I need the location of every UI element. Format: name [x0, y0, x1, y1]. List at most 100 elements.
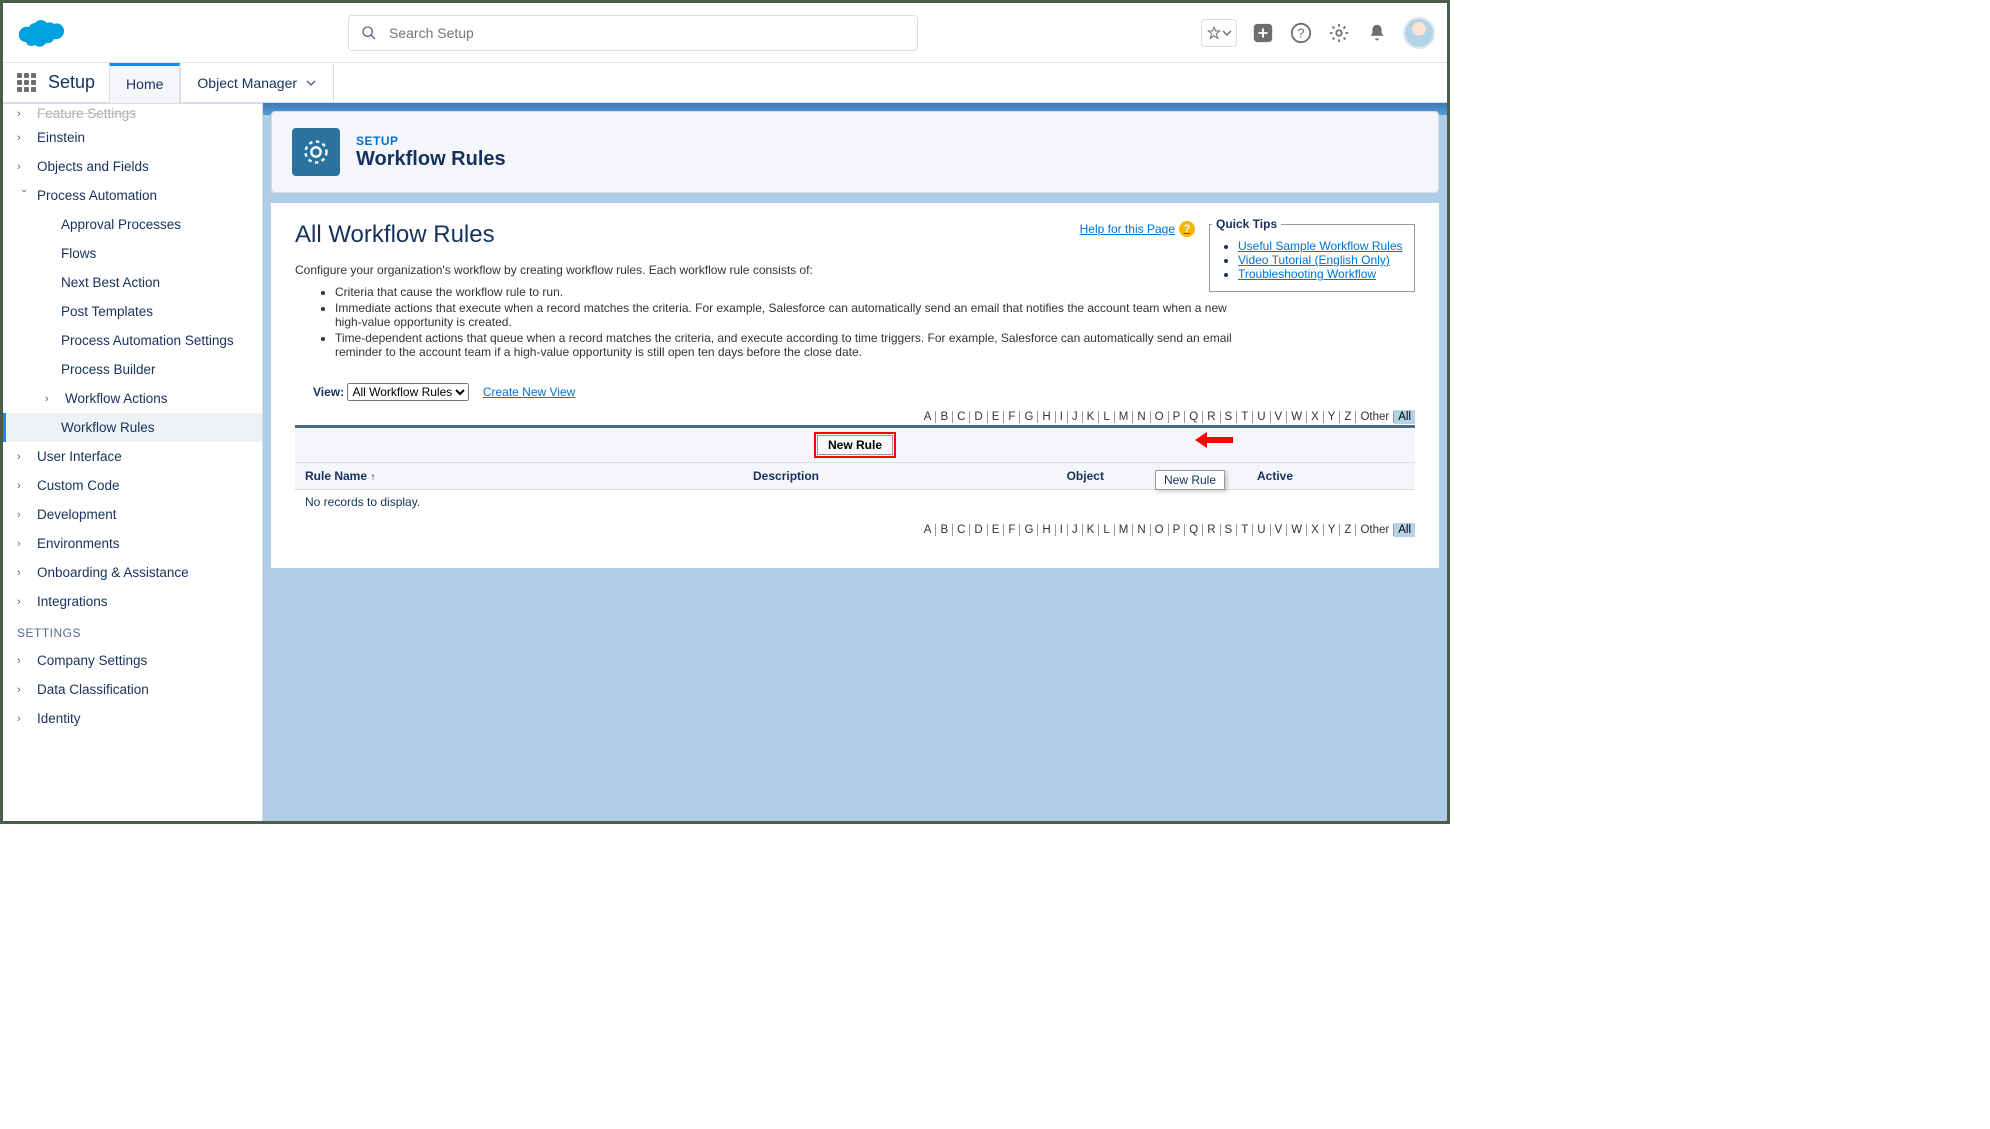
- sidebar-item-environments[interactable]: ›Environments: [3, 529, 262, 558]
- app-launcher[interactable]: Setup: [3, 72, 109, 93]
- alpha-filter-x[interactable]: X: [1307, 524, 1324, 536]
- alpha-filter-y[interactable]: Y: [1324, 524, 1341, 536]
- alpha-filter-p[interactable]: P: [1169, 411, 1186, 423]
- tab-home[interactable]: Home: [109, 63, 180, 103]
- sidebar-item-user-interface[interactable]: ›User Interface: [3, 442, 262, 471]
- alpha-filter-h[interactable]: H: [1038, 524, 1055, 536]
- alpha-filter-f[interactable]: F: [1004, 411, 1020, 423]
- alpha-filter-t[interactable]: T: [1237, 411, 1253, 423]
- alpha-filter-m[interactable]: M: [1115, 411, 1134, 423]
- notifications-button[interactable]: [1365, 21, 1389, 45]
- alpha-filter-q[interactable]: Q: [1185, 524, 1203, 536]
- favorites-button[interactable]: [1201, 19, 1237, 47]
- alpha-filter-all[interactable]: All: [1394, 410, 1415, 424]
- alpha-filter-b[interactable]: B: [936, 411, 953, 423]
- alpha-filter-s[interactable]: S: [1221, 524, 1238, 536]
- alpha-filter-w[interactable]: W: [1287, 411, 1307, 423]
- global-actions-button[interactable]: [1251, 21, 1275, 45]
- alpha-filter-g[interactable]: G: [1020, 411, 1038, 423]
- sidebar-item-feature-settings[interactable]: ›Feature Settings: [3, 103, 262, 123]
- alpha-filter-g[interactable]: G: [1020, 524, 1038, 536]
- alpha-filter-s[interactable]: S: [1221, 411, 1238, 423]
- alpha-filter-a[interactable]: A: [920, 524, 937, 536]
- alpha-filter-n[interactable]: N: [1133, 411, 1150, 423]
- annotation-arrow: [1195, 432, 1233, 448]
- alpha-filter-w[interactable]: W: [1287, 524, 1307, 536]
- setup-gear-button[interactable]: [1327, 21, 1351, 45]
- alpha-filter-all[interactable]: All: [1394, 523, 1415, 537]
- alpha-filter-u[interactable]: U: [1253, 524, 1270, 536]
- alpha-filter-n[interactable]: N: [1133, 524, 1150, 536]
- sidebar-item-post-templates[interactable]: Post Templates: [3, 297, 262, 326]
- alpha-filter-y[interactable]: Y: [1324, 411, 1341, 423]
- alpha-filter-a[interactable]: A: [920, 411, 937, 423]
- sidebar-item-company-settings[interactable]: ›Company Settings: [3, 646, 262, 675]
- setup-sidebar[interactable]: ›Feature Settings ›Einstein ›Objects and…: [3, 103, 263, 821]
- col-description[interactable]: Description: [743, 463, 1057, 490]
- alpha-filter-d[interactable]: D: [970, 411, 987, 423]
- alpha-filter-j[interactable]: J: [1068, 524, 1083, 536]
- alpha-filter-l[interactable]: L: [1099, 411, 1114, 423]
- tab-object-manager[interactable]: Object Manager: [180, 63, 334, 103]
- sidebar-item-next-best-action[interactable]: Next Best Action: [3, 268, 262, 297]
- help-button[interactable]: ?: [1289, 21, 1313, 45]
- alpha-filter-k[interactable]: K: [1083, 411, 1100, 423]
- help-for-page-link[interactable]: Help for this Page ?: [1080, 221, 1195, 237]
- sidebar-item-einstein[interactable]: ›Einstein: [3, 123, 262, 152]
- sidebar-item-integrations[interactable]: ›Integrations: [3, 587, 262, 616]
- search-input[interactable]: [389, 25, 905, 41]
- alpha-filter-t[interactable]: T: [1237, 524, 1253, 536]
- alpha-filter-other[interactable]: Other: [1356, 524, 1394, 536]
- alpha-filter-k[interactable]: K: [1083, 524, 1100, 536]
- alpha-filter-q[interactable]: Q: [1185, 411, 1203, 423]
- alpha-filter-v[interactable]: V: [1271, 524, 1288, 536]
- alpha-filter-other[interactable]: Other: [1356, 411, 1394, 423]
- alpha-filter-x[interactable]: X: [1307, 411, 1324, 423]
- alpha-filter-i[interactable]: I: [1056, 411, 1068, 423]
- alpha-filter-e[interactable]: E: [988, 411, 1005, 423]
- sidebar-item-onboarding-assistance[interactable]: ›Onboarding & Assistance: [3, 558, 262, 587]
- sidebar-item-identity[interactable]: ›Identity: [3, 704, 262, 733]
- alpha-filter-l[interactable]: L: [1099, 524, 1114, 536]
- quick-tip-link-sample[interactable]: Useful Sample Workflow Rules: [1238, 239, 1403, 253]
- alpha-filter-u[interactable]: U: [1253, 411, 1270, 423]
- sidebar-item-custom-code[interactable]: ›Custom Code: [3, 471, 262, 500]
- alpha-filter-z[interactable]: Z: [1340, 411, 1356, 423]
- alpha-filter-d[interactable]: D: [970, 524, 987, 536]
- alpha-filter-p[interactable]: P: [1169, 524, 1186, 536]
- alpha-filter-o[interactable]: O: [1151, 411, 1169, 423]
- user-avatar[interactable]: [1403, 17, 1435, 49]
- sidebar-item-process-builder[interactable]: Process Builder: [3, 355, 262, 384]
- global-search[interactable]: [348, 15, 918, 51]
- alpha-filter-o[interactable]: O: [1151, 524, 1169, 536]
- alpha-filter-z[interactable]: Z: [1340, 524, 1356, 536]
- sidebar-item-development[interactable]: ›Development: [3, 500, 262, 529]
- quick-tip-link-troubleshooting[interactable]: Troubleshooting Workflow: [1238, 267, 1376, 281]
- alpha-filter-i[interactable]: I: [1056, 524, 1068, 536]
- alpha-filter-c[interactable]: C: [953, 524, 970, 536]
- sidebar-item-process-automation[interactable]: ›Process Automation: [3, 181, 262, 210]
- alpha-filter-m[interactable]: M: [1115, 524, 1134, 536]
- alpha-filter-c[interactable]: C: [953, 411, 970, 423]
- create-new-view-link[interactable]: Create New View: [483, 385, 575, 399]
- sidebar-item-approval-processes[interactable]: Approval Processes: [3, 210, 262, 239]
- new-rule-button[interactable]: New Rule: [817, 435, 893, 455]
- alpha-filter-b[interactable]: B: [936, 524, 953, 536]
- sidebar-item-objects-fields[interactable]: ›Objects and Fields: [3, 152, 262, 181]
- sidebar-item-workflow-actions[interactable]: ›Workflow Actions: [3, 384, 262, 413]
- col-rule-name[interactable]: Rule Name ↑: [295, 463, 743, 490]
- sidebar-item-flows[interactable]: Flows: [3, 239, 262, 268]
- view-select[interactable]: All Workflow Rules: [347, 383, 469, 401]
- quick-tip-link-video[interactable]: Video Tutorial (English Only): [1238, 253, 1390, 267]
- col-active[interactable]: Active: [1247, 463, 1415, 490]
- alpha-filter-j[interactable]: J: [1068, 411, 1083, 423]
- alpha-filter-e[interactable]: E: [988, 524, 1005, 536]
- alpha-filter-f[interactable]: F: [1004, 524, 1020, 536]
- sidebar-item-process-automation-settings[interactable]: Process Automation Settings: [3, 326, 262, 355]
- alpha-filter-v[interactable]: V: [1271, 411, 1288, 423]
- alpha-filter-r[interactable]: R: [1203, 524, 1220, 536]
- sidebar-item-workflow-rules[interactable]: Workflow Rules: [3, 413, 262, 442]
- alpha-filter-r[interactable]: R: [1203, 411, 1220, 423]
- sidebar-item-data-classification[interactable]: ›Data Classification: [3, 675, 262, 704]
- alpha-filter-h[interactable]: H: [1038, 411, 1055, 423]
